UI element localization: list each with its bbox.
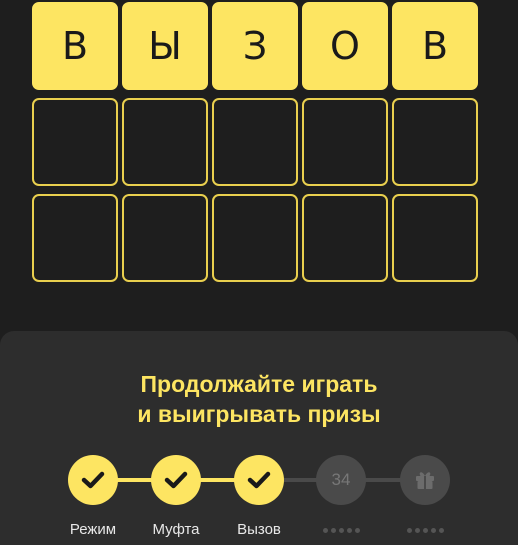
step-number: 34 xyxy=(331,470,351,489)
step-2-complete[interactable] xyxy=(151,455,201,505)
empty-tile xyxy=(122,194,208,282)
letter-board: В Ы З О В xyxy=(32,2,492,290)
step-5-dots xyxy=(380,528,470,533)
letter-tile: В xyxy=(32,2,118,90)
empty-tile xyxy=(392,194,478,282)
step-3-label: Вызов xyxy=(237,521,281,538)
letter-tile: В xyxy=(392,2,478,90)
board-row xyxy=(32,194,492,282)
letter-tile: З xyxy=(212,2,298,90)
empty-tile xyxy=(302,194,388,282)
panel-title-line2: и выигрывать призы xyxy=(137,401,381,427)
check-icon xyxy=(247,471,271,489)
letter-tile: Ы xyxy=(122,2,208,90)
game-screen: В Ы З О В Продолжайте играть и выигрыват… xyxy=(0,0,518,545)
step-4-dots xyxy=(296,528,386,533)
letter-tile: О xyxy=(302,2,388,90)
level-progress: 34 Режим Муфта Вызов xyxy=(0,451,518,545)
empty-tile xyxy=(392,98,478,186)
step-5-reward[interactable] xyxy=(400,455,450,505)
empty-tile xyxy=(212,194,298,282)
step-1-label: Режим xyxy=(69,521,117,538)
empty-tile xyxy=(32,98,118,186)
empty-tile xyxy=(212,98,298,186)
panel-title-line1: Продолжайте играть xyxy=(140,371,378,397)
empty-tile xyxy=(302,98,388,186)
step-4-locked[interactable]: 34 xyxy=(316,455,366,505)
check-icon xyxy=(81,471,105,489)
empty-tile xyxy=(122,98,208,186)
step-2-label: Муфта xyxy=(152,521,200,538)
empty-tile xyxy=(32,194,118,282)
check-icon xyxy=(164,471,188,489)
progress-panel: Продолжайте играть и выигрывать призы 34… xyxy=(0,331,518,545)
board-row: В Ы З О В xyxy=(32,2,492,90)
gift-icon xyxy=(416,472,434,489)
board-row xyxy=(32,98,492,186)
step-1-complete[interactable] xyxy=(68,455,118,505)
step-3-complete[interactable] xyxy=(234,455,284,505)
